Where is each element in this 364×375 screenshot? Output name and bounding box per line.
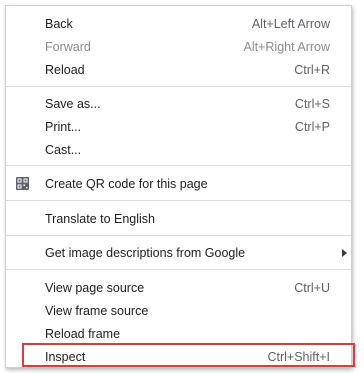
- menu-item-label: Create QR code for this page: [45, 176, 208, 191]
- menu-item-label: Print...: [45, 119, 82, 134]
- menu-item-cast[interactable]: Cast...: [6, 138, 351, 161]
- menu-item-shortcut: Ctrl+R: [294, 62, 330, 77]
- menu-item-translate[interactable]: Translate to English: [6, 207, 351, 230]
- menu-item-back[interactable]: Back Alt+Left Arrow: [6, 12, 351, 35]
- context-menu: Back Alt+Left Arrow Forward Alt+Right Ar…: [5, 5, 352, 368]
- menu-item-shortcut: Ctrl+U: [294, 280, 330, 295]
- menu-item-print[interactable]: Print... Ctrl+P: [6, 115, 351, 138]
- menu-item-label: Reload frame: [45, 326, 121, 341]
- menu-separator: [6, 165, 351, 166]
- menu-item-reload[interactable]: Reload Ctrl+R: [6, 58, 351, 81]
- menu-item-label: Cast...: [45, 142, 82, 157]
- menu-item-forward[interactable]: Forward Alt+Right Arrow: [6, 35, 351, 58]
- menu-item-label: Translate to English: [45, 211, 156, 226]
- chevron-right-icon: [342, 249, 347, 257]
- menu-separator: [6, 235, 351, 236]
- menu-item-label: Get image descriptions from Google: [45, 245, 246, 260]
- menu-item-label: Reload: [45, 62, 85, 77]
- menu-item-shortcut: Ctrl+Shift+I: [267, 349, 330, 364]
- menu-item-label: Save as...: [45, 96, 101, 111]
- menu-separator: [6, 200, 351, 201]
- menu-item-image-descriptions[interactable]: Get image descriptions from Google: [6, 241, 351, 264]
- menu-item-label: View frame source: [45, 303, 149, 318]
- menu-item-label: View page source: [45, 280, 145, 295]
- menu-item-view-frame-source[interactable]: View frame source: [6, 299, 351, 322]
- menu-item-create-qr-code[interactable]: Create QR code for this page: [6, 172, 351, 195]
- menu-item-shortcut: Alt+Left Arrow: [251, 16, 330, 31]
- menu-item-shortcut: Ctrl+P: [294, 119, 330, 134]
- menu-item-label: Forward: [45, 39, 91, 54]
- menu-item-view-page-source[interactable]: View page source Ctrl+U: [6, 276, 351, 299]
- menu-separator: [6, 86, 351, 87]
- menu-item-shortcut: Ctrl+S: [294, 96, 330, 111]
- qr-code-icon: [16, 177, 29, 190]
- menu-item-label: Inspect: [45, 349, 86, 364]
- menu-separator: [6, 269, 351, 270]
- menu-item-shortcut: Alt+Right Arrow: [243, 39, 331, 54]
- menu-item-label: Back: [45, 16, 73, 31]
- menu-item-save-as[interactable]: Save as... Ctrl+S: [6, 92, 351, 115]
- menu-item-inspect[interactable]: Inspect Ctrl+Shift+I: [6, 345, 351, 368]
- menu-item-reload-frame[interactable]: Reload frame: [6, 322, 351, 345]
